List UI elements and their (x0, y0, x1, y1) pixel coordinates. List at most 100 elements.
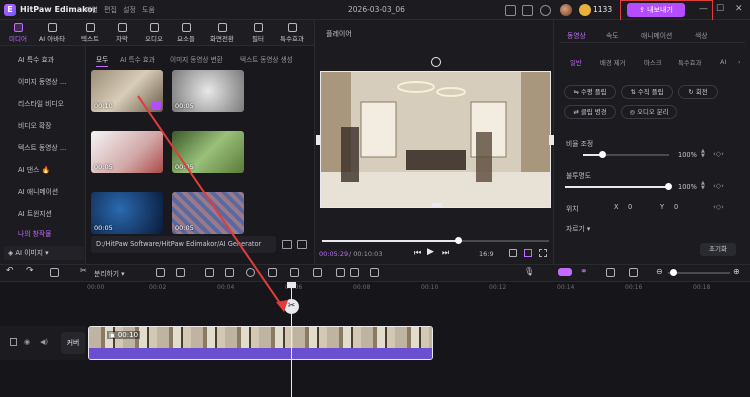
tab-animation[interactable]: 애니메이션 (641, 30, 672, 40)
subtab-text-to-video[interactable]: 텍스트 동영상 생성 (240, 54, 293, 64)
undo-icon[interactable]: ↶ (6, 266, 14, 276)
sidebar-item-image-to-video[interactable]: 이미지 동영상 ... (6, 74, 82, 90)
tab-elements[interactable]: 요소들 (170, 22, 202, 44)
media-thumb[interactable]: 00:05 (91, 131, 163, 173)
subtab-bg-remove[interactable]: 배경 제거 (600, 58, 626, 67)
folder-icon[interactable] (282, 240, 292, 249)
edit-icon[interactable] (297, 240, 307, 249)
zoom-in-icon[interactable]: ⊕ (733, 267, 740, 276)
menu-help[interactable]: 도움 (142, 5, 155, 15)
mute-icon[interactable]: ◀) (40, 338, 48, 346)
tab-audio[interactable]: 오디오 (138, 22, 170, 44)
aspect-ratio-select[interactable]: 16:9 (479, 250, 494, 258)
tab-subtitle[interactable]: 자막 (106, 22, 138, 44)
reverse-icon[interactable] (268, 268, 277, 277)
y-value[interactable]: 0 (674, 203, 678, 211)
keyframe-icon[interactable]: ‹◇› (713, 150, 724, 158)
opacity-value[interactable]: 100% (678, 183, 697, 191)
playhead-handle[interactable] (287, 282, 296, 288)
menu-edit[interactable]: 편집 (104, 5, 117, 15)
snap-toggle-icon[interactable] (558, 268, 572, 276)
flip-vertical-button[interactable]: ⇅ 수직 플립 (621, 85, 673, 99)
sidebar-item-ai-dance[interactable]: AI 댄스 🔥 (6, 162, 82, 178)
stepper-icon[interactable]: ▲ ▼ (701, 181, 705, 191)
monitor-icon[interactable] (505, 5, 516, 16)
color-icon[interactable] (350, 268, 359, 277)
fullscreen-icon[interactable] (539, 249, 547, 257)
tab-transition[interactable]: 화면전환 (206, 22, 238, 44)
keyframe-icon[interactable]: ‹◇› (713, 203, 724, 211)
transform-icon[interactable] (336, 268, 345, 277)
crop-tool-icon[interactable] (225, 268, 234, 277)
text-tool-icon[interactable] (176, 268, 185, 277)
screenshot-icon[interactable] (509, 249, 517, 257)
media-thumb[interactable]: 00:05 (172, 70, 244, 112)
tab-effects[interactable]: 특수효과 (276, 22, 308, 44)
scissors-icon[interactable]: ✂ (80, 266, 87, 275)
close-icon[interactable]: ✕ (735, 4, 743, 14)
subtab-all[interactable]: 모두 (96, 54, 109, 67)
stepper-icon[interactable]: ▲ ▼ (701, 149, 705, 159)
subtab-image-to-video[interactable]: 이미지 동영상 변환 (170, 54, 223, 64)
media-thumb[interactable]: 00:10 (91, 70, 163, 112)
lock-icon[interactable] (10, 338, 17, 346)
crop-section-toggle[interactable]: 자르기 ▾ (566, 223, 590, 233)
play-icon[interactable]: ▶ (427, 247, 434, 257)
tab-text[interactable]: 텍스트 (74, 22, 106, 44)
next-frame-icon[interactable]: ⏭ (442, 248, 449, 258)
video-clip[interactable]: ▣ 00:10 (88, 326, 433, 360)
sidebar-item-ai-effects[interactable]: AI 특수 효과 (6, 52, 82, 68)
sidebar-item-text-to-video[interactable]: 텍스트 동영상 ... (6, 140, 82, 156)
sidebar-item-my-creations[interactable]: 나의 창작물 (6, 226, 82, 242)
tab-video[interactable]: 동영상 (567, 30, 586, 40)
output-path-field[interactable]: D:/HitPaw Software/HitPaw Edimakor/AI Ge… (91, 236, 276, 253)
tab-media[interactable]: 미디어 (2, 22, 34, 44)
tab-speed[interactable]: 속도 (606, 30, 619, 40)
split-dropdown[interactable]: 분리하기 ▾ (94, 268, 125, 278)
marker-icon[interactable] (156, 268, 165, 277)
more-tools-icon[interactable] (370, 268, 379, 277)
redo-icon[interactable]: ↷ (26, 266, 34, 276)
model-select[interactable]: ◈ AI 이미지 ▾ (4, 246, 84, 260)
avatar[interactable] (560, 4, 572, 16)
reset-button[interactable]: 초기화 (700, 243, 736, 256)
scale-value[interactable]: 100% (678, 151, 697, 159)
x-value[interactable]: 0 (628, 203, 632, 211)
zoom-slider-knob[interactable] (670, 269, 677, 276)
menu-settings[interactable]: 설정 (123, 5, 136, 15)
scale-slider-knob[interactable] (598, 151, 606, 158)
media-thumb[interactable]: 00:05 (91, 192, 163, 234)
eye-icon[interactable]: ◉ (24, 338, 30, 346)
clip-change-button[interactable]: ⇄ 클립 병경 (564, 105, 616, 119)
resize-handle-left[interactable] (316, 135, 321, 145)
video-preview[interactable] (320, 71, 551, 208)
opacity-slider-knob[interactable] (665, 183, 672, 190)
message-icon[interactable] (522, 5, 533, 16)
sidebar-item-ai-animation[interactable]: AI 애니메이션 (6, 184, 82, 200)
subtab-general[interactable]: 일반 (570, 58, 582, 67)
subtab-mask[interactable]: 마스크 (644, 58, 662, 67)
maximize-icon[interactable]: ☐ (716, 4, 724, 14)
info-icon[interactable] (540, 5, 551, 16)
keyframe-icon[interactable]: ‹◇› (713, 182, 724, 190)
media-thumb[interactable]: 00:05 (172, 192, 244, 234)
microphone-icon[interactable]: 🎙 (524, 267, 534, 276)
subtab-ai-effects[interactable]: AI 특수 효과 (120, 54, 155, 64)
sidebar-item-video-extend[interactable]: 비디오 확장 (6, 118, 82, 134)
rotate-handle-icon[interactable] (431, 57, 441, 67)
zoom-out-icon[interactable]: ⊖ (656, 267, 663, 276)
freeze-icon[interactable] (205, 268, 214, 277)
flip-horizontal-button[interactable]: ⇋ 수평 플립 (564, 85, 616, 99)
menu-file[interactable]: 파일 (85, 5, 98, 15)
rotate-tool-icon[interactable] (313, 268, 322, 277)
resize-handle-bottom[interactable] (432, 203, 442, 208)
prev-frame-icon[interactable]: ⏮ (414, 248, 421, 258)
mirror-icon[interactable] (290, 268, 299, 277)
delete-icon[interactable] (50, 268, 59, 277)
subtab-ai[interactable]: AI (720, 58, 726, 66)
split-cursor-icon[interactable]: ✂ (284, 299, 299, 314)
crop-icon[interactable] (524, 249, 532, 257)
link-icon[interactable]: ⚭ (580, 267, 588, 277)
export-button[interactable]: ⇪ 내보내기 (627, 3, 685, 17)
subtab-effects[interactable]: 특수효과 (678, 58, 702, 67)
